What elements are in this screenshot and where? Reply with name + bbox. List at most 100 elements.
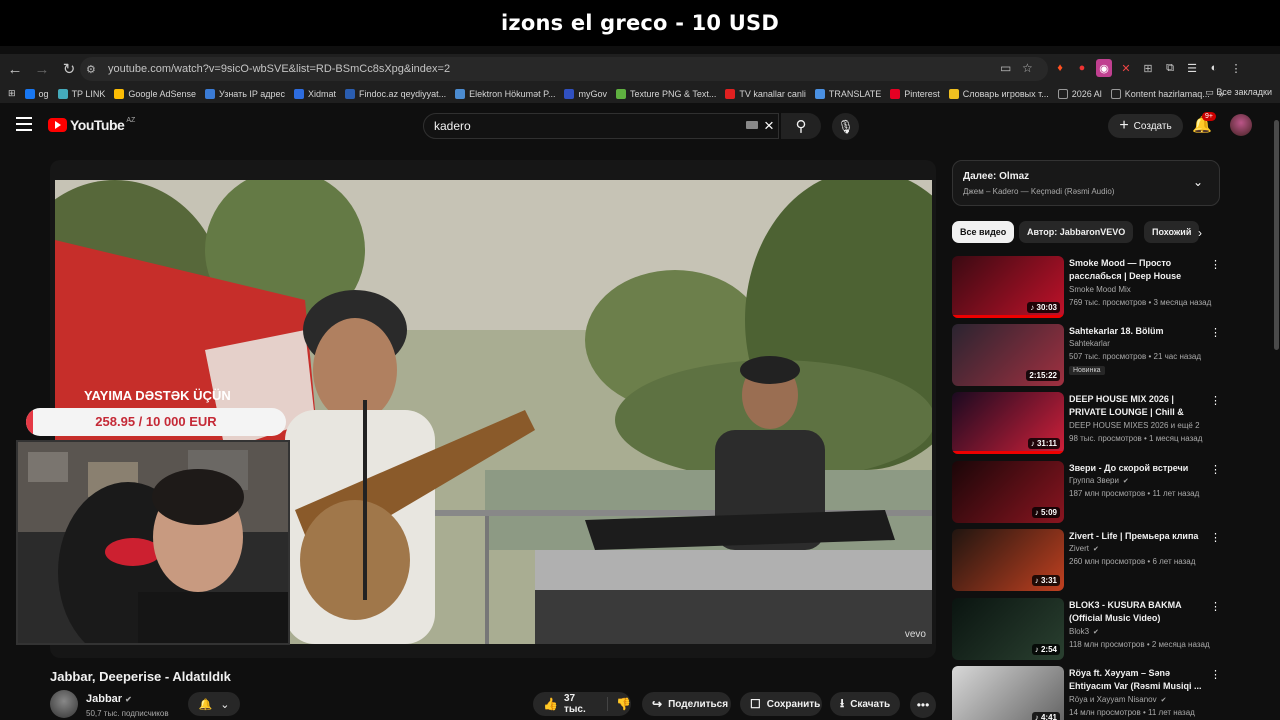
chip-author[interactable]: Автор: JabbaronVEVO xyxy=(1019,221,1134,243)
video-thumbnail[interactable]: ♪ 5:09 xyxy=(952,461,1064,523)
youtube-logo[interactable]: YouTube AZ xyxy=(48,117,135,133)
bookmark-item[interactable]: Elektron Hökumət P... xyxy=(455,88,555,99)
more-options-icon[interactable]: ⋮ xyxy=(1210,463,1221,476)
download-button[interactable]: ⭳ Скачать xyxy=(830,692,900,716)
apps-grid-icon[interactable]: ⊞ xyxy=(8,88,16,99)
channel-name[interactable]: Jabbar ✔ xyxy=(86,693,132,705)
bookmark-item[interactable]: Xidmat xyxy=(294,88,336,99)
recommendation-item[interactable]: ♪ 3:31 Zivert - Life | Премьера клипа Zive… xyxy=(952,529,1222,593)
more-actions-button[interactable]: ••• xyxy=(910,692,936,718)
video-thumbnail[interactable]: ♪ 2:54 xyxy=(952,598,1064,660)
search-button[interactable]: ⚲ xyxy=(781,113,821,139)
recommendation-item[interactable]: ♪ 30:03 Smoke Mood — Просто расслабься | … xyxy=(952,256,1222,320)
extension-icon[interactable]: ◉ xyxy=(1096,59,1112,77)
video-thumbnail[interactable]: ♪ 30:03 xyxy=(952,256,1064,318)
recommendation-title[interactable]: Zivert - Life | Премьера клипа xyxy=(1069,530,1207,543)
bookmark-item[interactable]: Texture PNG & Text... xyxy=(615,88,716,99)
recommendation-channel[interactable]: Blok3 ✔ xyxy=(1069,627,1099,636)
extension-icon[interactable]: ⊞ xyxy=(1140,59,1156,77)
extension-icon[interactable]: ♦ xyxy=(1052,59,1068,77)
bookmark-label: myGov xyxy=(578,88,607,99)
menu-icon[interactable] xyxy=(16,117,32,135)
like-icon[interactable]: 👍 xyxy=(543,697,558,711)
more-options-icon[interactable]: ⋮ xyxy=(1210,600,1221,613)
profile-icon[interactable]: ◐ xyxy=(1206,59,1222,77)
back-icon[interactable]: ← xyxy=(3,57,27,81)
recommendation-channel[interactable]: DEEP HOUSE MIXES 2026 и ещё 2 xyxy=(1069,421,1200,430)
bookmark-item[interactable]: og xyxy=(24,88,49,99)
bookmark-item[interactable]: TRANSLATE xyxy=(814,88,881,99)
account-avatar[interactable] xyxy=(1230,114,1252,136)
extensions-puzzle-icon[interactable]: ⧉ xyxy=(1162,59,1178,77)
recommendation-item[interactable]: ♪ 5:09 Звери - До скорой встречи Группа Зв… xyxy=(952,461,1222,525)
all-bookmarks-folder[interactable]: ▭ Все закладки xyxy=(1205,87,1272,98)
recommendation-item[interactable]: ♪ 4:41 Röya ft. Xəyyam – Sənə Ehtiyacım V… xyxy=(952,666,1222,720)
chevron-down-icon[interactable]: ⌄ xyxy=(1193,175,1203,189)
recommendation-title[interactable]: BLOK3 - KUSURA BAKMA (Official Music Vid… xyxy=(1069,599,1207,625)
save-button[interactable]: ☐ Сохранить xyxy=(740,692,822,716)
up-next-panel[interactable]: Далее: Olmaz Джем – Kadero — Keçmədi (Rə… xyxy=(952,160,1220,206)
dislike-icon[interactable]: 👎 xyxy=(607,697,631,711)
recommendation-channel[interactable]: Группа Звери ✔ xyxy=(1069,476,1129,485)
bookmark-item[interactable]: Findoc.az qeydiyyat... xyxy=(345,88,446,99)
recommendation-item[interactable]: ♪ 31:11 DEEP HOUSE MIX 2026 | PRIVATE LOU… xyxy=(952,392,1222,456)
forward-icon[interactable]: → xyxy=(30,57,54,81)
bookmark-item[interactable]: Google AdSense xyxy=(114,88,196,99)
video-thumbnail[interactable]: 2:15:22 xyxy=(952,324,1064,386)
create-button[interactable]: + Создать xyxy=(1108,114,1183,138)
keyboard-icon[interactable] xyxy=(746,121,758,129)
bookmark-folder[interactable]: 2026 Al xyxy=(1057,88,1102,99)
recommendation-channel[interactable]: Zivert ✔ xyxy=(1069,544,1099,553)
video-thumbnail[interactable]: ♪ 31:11 xyxy=(952,392,1064,454)
tab-search-icon[interactable]: ☰ xyxy=(1184,59,1200,77)
search-input[interactable]: kadero × xyxy=(423,113,779,139)
browser-menu-icon[interactable]: ⋮ xyxy=(1228,59,1244,77)
recommendation-channel[interactable]: Sahtekarlar xyxy=(1069,339,1110,348)
more-options-icon[interactable]: ⋮ xyxy=(1210,394,1221,407)
like-count[interactable]: 37 тыс. xyxy=(564,693,593,715)
recommendation-title[interactable]: Smoke Mood — Просто расслабься | Deep Ho… xyxy=(1069,257,1207,284)
subscription-bell-button[interactable]: 🔔 ⌄ xyxy=(188,692,240,716)
bookmark-item[interactable]: myGov xyxy=(564,88,607,99)
chip-similar[interactable]: Похожий xyxy=(1144,221,1200,243)
bookmark-item[interactable]: TP LINK xyxy=(57,88,105,99)
recommendation-title[interactable]: Röya ft. Xəyyam – Sənə Ehtiyacım Var (Rə… xyxy=(1069,667,1207,693)
recommendation-title[interactable]: Sahtekarlar 18. Bölüm xyxy=(1069,325,1207,338)
duration-badge: 2:15:22 xyxy=(1026,370,1060,381)
clear-search-icon[interactable]: × xyxy=(764,116,774,136)
reload-icon[interactable]: ↻ xyxy=(57,57,81,81)
scrollbar-thumb[interactable] xyxy=(1274,120,1279,350)
site-settings-icon[interactable]: ⚙ xyxy=(86,63,100,76)
recommendation-title[interactable]: DEEP HOUSE MIX 2026 | PRIVATE LOUNGE | C… xyxy=(1069,393,1207,420)
bookmark-item[interactable]: Словарь игровых т... xyxy=(948,88,1049,99)
recommendation-item[interactable]: 2:15:22 Sahtekarlar 18. Bölüm Sahtekarlar 5… xyxy=(952,324,1222,388)
bookmark-item[interactable]: Узнать IP адрес xyxy=(204,88,285,99)
voice-search-button[interactable]: 🎙 xyxy=(832,113,859,140)
extension-icon[interactable]: ✕ xyxy=(1118,59,1134,77)
recommendation-channel[interactable]: Röya и Xayyam Nisanov ✔ xyxy=(1069,695,1166,704)
video-thumbnail[interactable]: ♪ 4:41 xyxy=(952,666,1064,720)
more-options-icon[interactable]: ⋮ xyxy=(1210,668,1221,681)
more-options-icon[interactable]: ⋮ xyxy=(1210,258,1221,271)
bookmark-folder[interactable]: Kontent hazirlamaq... xyxy=(1110,88,1210,99)
address-bar[interactable]: ⚙ youtube.com/watch?v=9sicO-wbSVE&list=R… xyxy=(80,57,1048,81)
channel-avatar[interactable] xyxy=(50,690,78,718)
install-app-icon[interactable]: ▭ xyxy=(1000,61,1011,75)
bookmark-item[interactable]: Pinterest xyxy=(890,88,940,99)
more-options-icon[interactable]: ⋮ xyxy=(1210,326,1221,339)
chevron-right-icon[interactable]: › xyxy=(1198,226,1202,240)
duration-text: 3:31 xyxy=(1040,576,1057,585)
channel-text: Группа Звери xyxy=(1069,476,1119,485)
recommendation-title[interactable]: Звери - До скорой встречи xyxy=(1069,462,1207,475)
bookmark-star-icon[interactable]: ☆ xyxy=(1022,61,1033,75)
share-button[interactable]: ↪ Поделиться xyxy=(642,692,731,716)
recommendation-channel[interactable]: Smoke Mood Mix xyxy=(1069,285,1131,294)
chip-all-videos[interactable]: Все видео xyxy=(952,221,1015,243)
duration-badge: ♪ 31:11 xyxy=(1027,438,1060,449)
more-options-icon[interactable]: ⋮ xyxy=(1210,531,1221,544)
extension-icon[interactable]: ● xyxy=(1074,59,1090,77)
video-thumbnail[interactable]: ♪ 3:31 xyxy=(952,529,1064,591)
recommendation-item[interactable]: ♪ 2:54 BLOK3 - KUSURA BAKMA (Official Mus… xyxy=(952,598,1222,662)
bookmark-item[interactable]: TV kanallar canli xyxy=(725,88,806,99)
bookmark-favicon xyxy=(725,88,736,99)
